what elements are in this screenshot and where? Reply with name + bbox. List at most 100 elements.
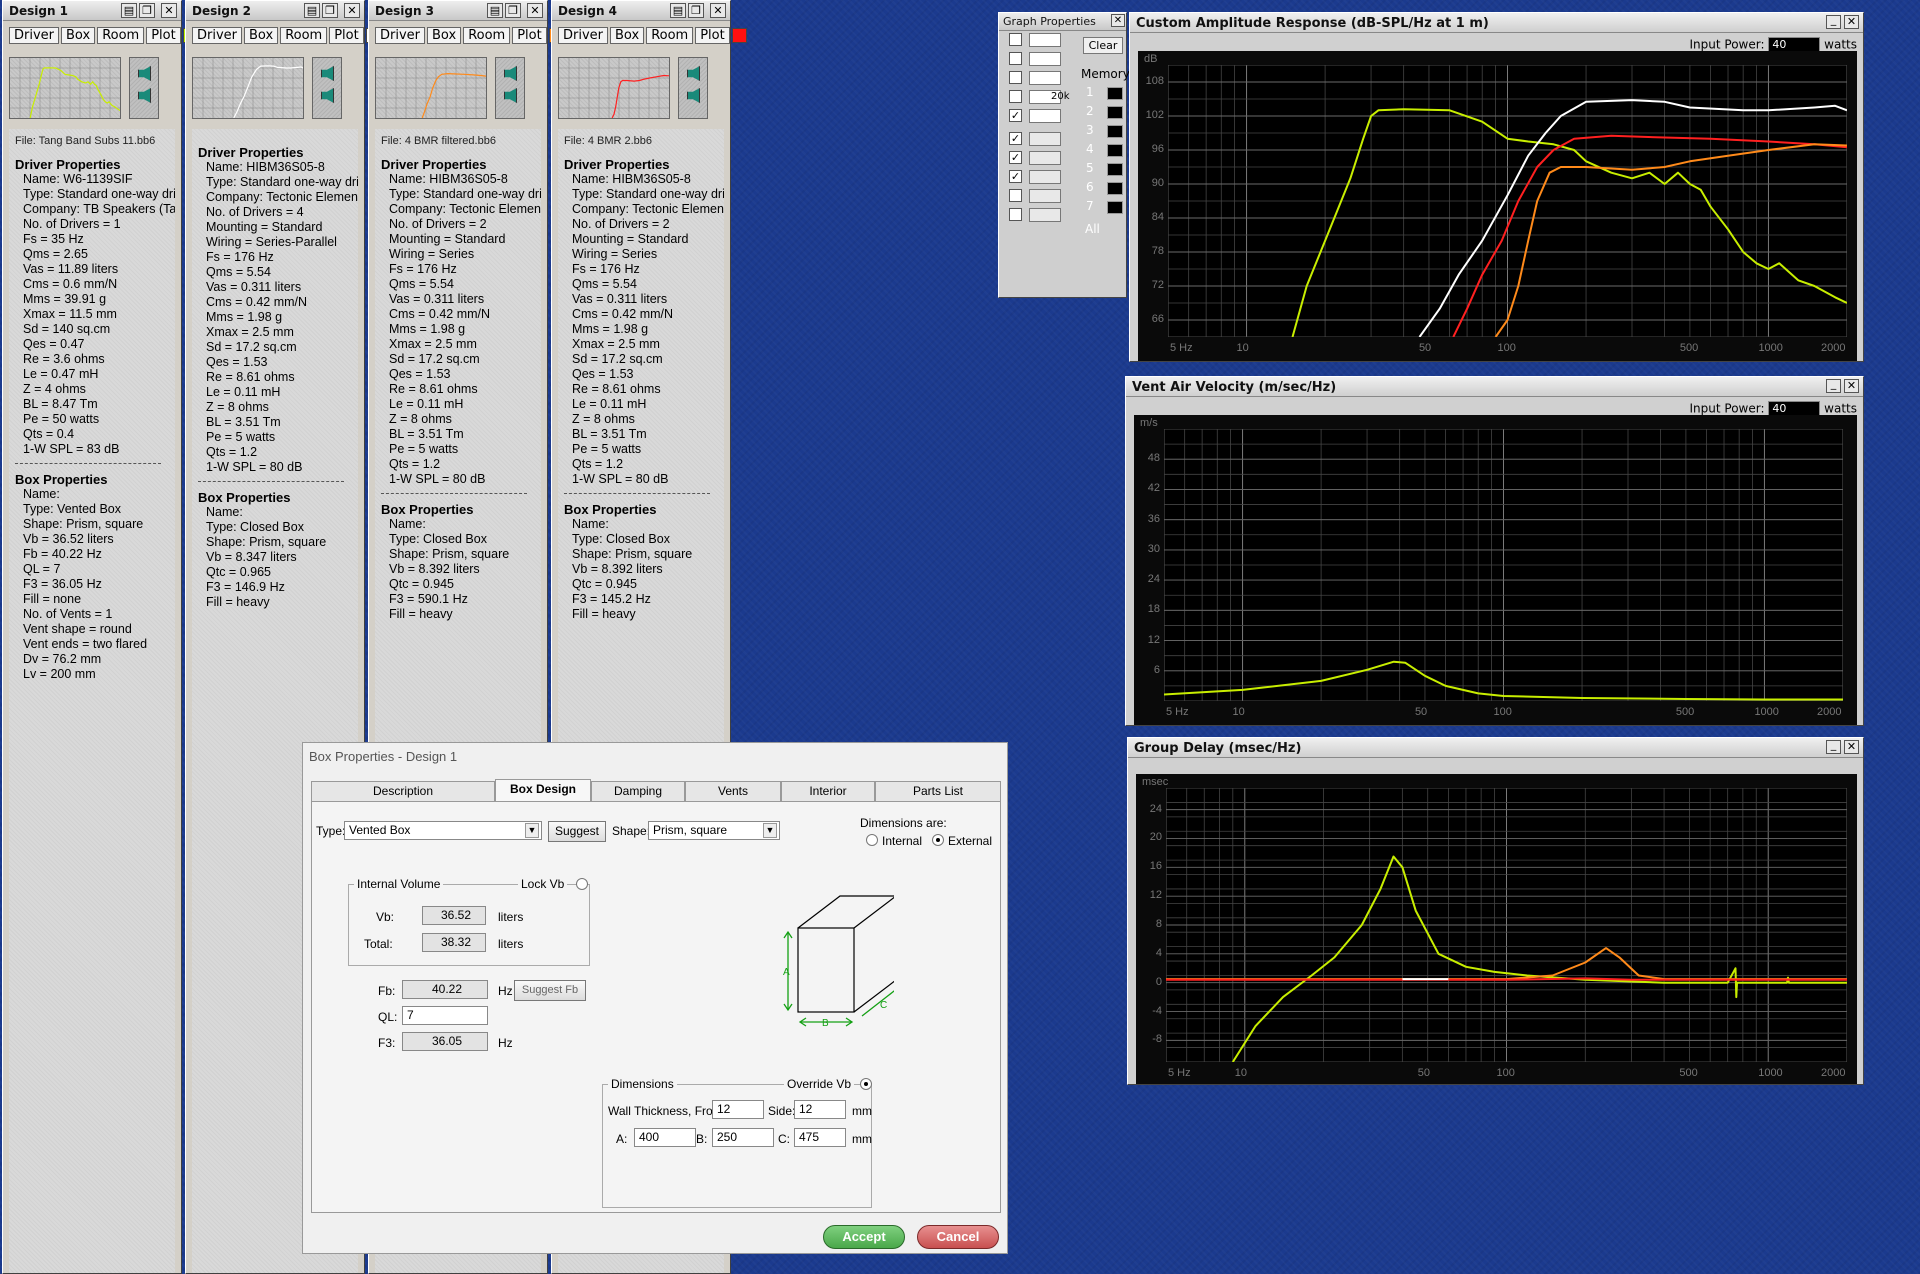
graph-properties-titlebar[interactable]: Graph Properties ✕ xyxy=(999,13,1126,31)
speaker-icon[interactable] xyxy=(495,57,525,119)
design-tab[interactable]: Box xyxy=(61,27,96,44)
speaker-icon[interactable] xyxy=(312,57,342,119)
save-icon[interactable]: ▤ xyxy=(670,3,686,18)
driver-property: Qes = 1.53 xyxy=(206,355,268,369)
graph-option-checkbox[interactable] xyxy=(1009,71,1022,84)
graph-option-checkbox[interactable]: ✓ xyxy=(1009,132,1022,145)
ql-label: QL: xyxy=(378,1010,398,1024)
external-radio[interactable] xyxy=(932,834,944,846)
memory-slot[interactable]: 1 xyxy=(1085,85,1123,101)
graph-option-checkbox[interactable] xyxy=(1009,90,1022,103)
save-icon[interactable]: ▤ xyxy=(121,3,137,18)
override-vb-toggle[interactable] xyxy=(860,1078,872,1090)
memory-slot[interactable]: 6 xyxy=(1085,180,1123,196)
memory-slot-box[interactable] xyxy=(1107,87,1123,100)
design-tab[interactable]: Driver xyxy=(192,27,243,44)
minimize-icon[interactable]: _ xyxy=(1826,739,1841,754)
b-field[interactable]: 250 xyxy=(712,1128,774,1147)
color-swatch[interactable] xyxy=(731,28,747,43)
memory-slot[interactable]: 2 xyxy=(1085,104,1123,120)
graph-titlebar[interactable]: Vent Air Velocity (m/sec/Hz) _ ✕ xyxy=(1126,377,1863,397)
memory-slot-box[interactable] xyxy=(1107,182,1123,195)
memory-slot-box[interactable] xyxy=(1107,144,1123,157)
memory-slot[interactable]: 5 xyxy=(1085,161,1123,177)
design-tab[interactable]: Driver xyxy=(9,27,60,44)
graph-option-checkbox[interactable] xyxy=(1009,52,1022,65)
suggest-button[interactable]: Suggest xyxy=(548,821,606,842)
close-icon[interactable]: ✕ xyxy=(344,3,360,18)
close-icon[interactable]: ✕ xyxy=(1111,14,1125,27)
memory-slot-box[interactable] xyxy=(1107,125,1123,138)
dialog-tab[interactable]: Interior xyxy=(781,781,875,801)
close-icon[interactable]: ✕ xyxy=(1844,15,1859,29)
design-tab[interactable]: Box xyxy=(244,27,279,44)
graph-titlebar[interactable]: Group Delay (msec/Hz) _ ✕ xyxy=(1128,738,1863,758)
memory-slot-box[interactable] xyxy=(1107,163,1123,176)
design-tab[interactable]: Driver xyxy=(558,27,609,44)
cancel-button[interactable]: Cancel xyxy=(917,1225,999,1249)
design-tab[interactable]: Room xyxy=(463,27,511,44)
shape-select[interactable]: Prism, square ▼ xyxy=(648,821,780,840)
graph-option-checkbox[interactable]: ✓ xyxy=(1009,151,1022,164)
dialog-tab[interactable]: Box Design xyxy=(495,779,591,801)
design-tab[interactable]: Plot xyxy=(695,27,730,44)
lock-vb-toggle[interactable] xyxy=(576,878,588,890)
design-tab[interactable]: Plot xyxy=(329,27,364,44)
copy-icon[interactable]: ❐ xyxy=(688,3,704,18)
clear-button[interactable]: Clear xyxy=(1083,37,1123,54)
chevron-down-icon[interactable]: ▼ xyxy=(525,823,539,838)
design-titlebar[interactable]: Design 4 ▤ ❐ ✕ xyxy=(552,1,730,21)
save-icon[interactable]: ▤ xyxy=(304,3,320,18)
c-field[interactable]: 475 xyxy=(794,1128,846,1147)
suggest-fb-button[interactable]: Suggest Fb xyxy=(514,980,586,1001)
chevron-down-icon[interactable]: ▼ xyxy=(763,823,777,838)
side-field[interactable]: 12 xyxy=(794,1100,846,1119)
close-icon[interactable]: ✕ xyxy=(527,3,543,18)
memory-all-button[interactable]: All xyxy=(1085,222,1100,236)
copy-icon[interactable]: ❐ xyxy=(139,3,155,18)
copy-icon[interactable]: ❐ xyxy=(505,3,521,18)
memory-slot[interactable]: 3 xyxy=(1085,123,1123,139)
dialog-tab[interactable]: Damping xyxy=(591,781,685,801)
graph-option-checkbox[interactable] xyxy=(1009,208,1022,221)
accept-button[interactable]: Accept xyxy=(823,1225,905,1249)
dialog-tab[interactable]: Description xyxy=(311,781,495,801)
copy-icon[interactable]: ❐ xyxy=(322,3,338,18)
memory-slot[interactable]: 4 xyxy=(1085,142,1123,158)
minimize-icon[interactable]: _ xyxy=(1826,14,1841,29)
a-field[interactable]: 400 xyxy=(634,1128,696,1147)
memory-slot[interactable]: 7 xyxy=(1085,199,1123,215)
design-tab[interactable]: Room xyxy=(646,27,694,44)
save-icon[interactable]: ▤ xyxy=(487,3,503,18)
design-tab[interactable]: Box xyxy=(610,27,645,44)
close-icon[interactable]: ✕ xyxy=(161,3,177,18)
internal-radio[interactable] xyxy=(866,834,878,846)
graph-option-checkbox[interactable]: ✓ xyxy=(1009,170,1022,183)
dialog-tab[interactable]: Parts List xyxy=(875,781,1001,801)
memory-slot-box[interactable] xyxy=(1107,201,1123,214)
close-icon[interactable]: ✕ xyxy=(1844,379,1859,393)
ql-field[interactable]: 7 xyxy=(402,1006,488,1025)
graph-option-checkbox[interactable] xyxy=(1009,33,1022,46)
graph-option-checkbox[interactable]: ✓ xyxy=(1009,109,1022,122)
dialog-tab[interactable]: Vents xyxy=(685,781,781,801)
speaker-icon[interactable] xyxy=(678,57,708,119)
graph-option-checkbox[interactable] xyxy=(1009,189,1022,202)
design-tab[interactable]: Plot xyxy=(512,27,547,44)
graph-titlebar[interactable]: Custom Amplitude Response (dB-SPL/Hz at … xyxy=(1130,13,1863,33)
type-select[interactable]: Vented Box ▼ xyxy=(344,821,542,840)
close-icon[interactable]: ✕ xyxy=(1844,740,1859,754)
design-tab[interactable]: Box xyxy=(427,27,462,44)
design-tab[interactable]: Plot xyxy=(146,27,181,44)
speaker-icon[interactable] xyxy=(129,57,159,119)
design-titlebar[interactable]: Design 2 ▤ ❐ ✕ xyxy=(186,1,364,21)
design-tab[interactable]: Driver xyxy=(375,27,426,44)
design-tab[interactable]: Room xyxy=(280,27,328,44)
minimize-icon[interactable]: _ xyxy=(1826,378,1841,393)
memory-slot-box[interactable] xyxy=(1107,106,1123,119)
design-tab[interactable]: Room xyxy=(97,27,145,44)
design-titlebar[interactable]: Design 1 ▤ ❐ ✕ xyxy=(3,1,181,21)
design-titlebar[interactable]: Design 3 ▤ ❐ ✕ xyxy=(369,1,547,21)
close-icon[interactable]: ✕ xyxy=(710,3,726,18)
wall-front-field[interactable]: 12 xyxy=(712,1100,764,1119)
